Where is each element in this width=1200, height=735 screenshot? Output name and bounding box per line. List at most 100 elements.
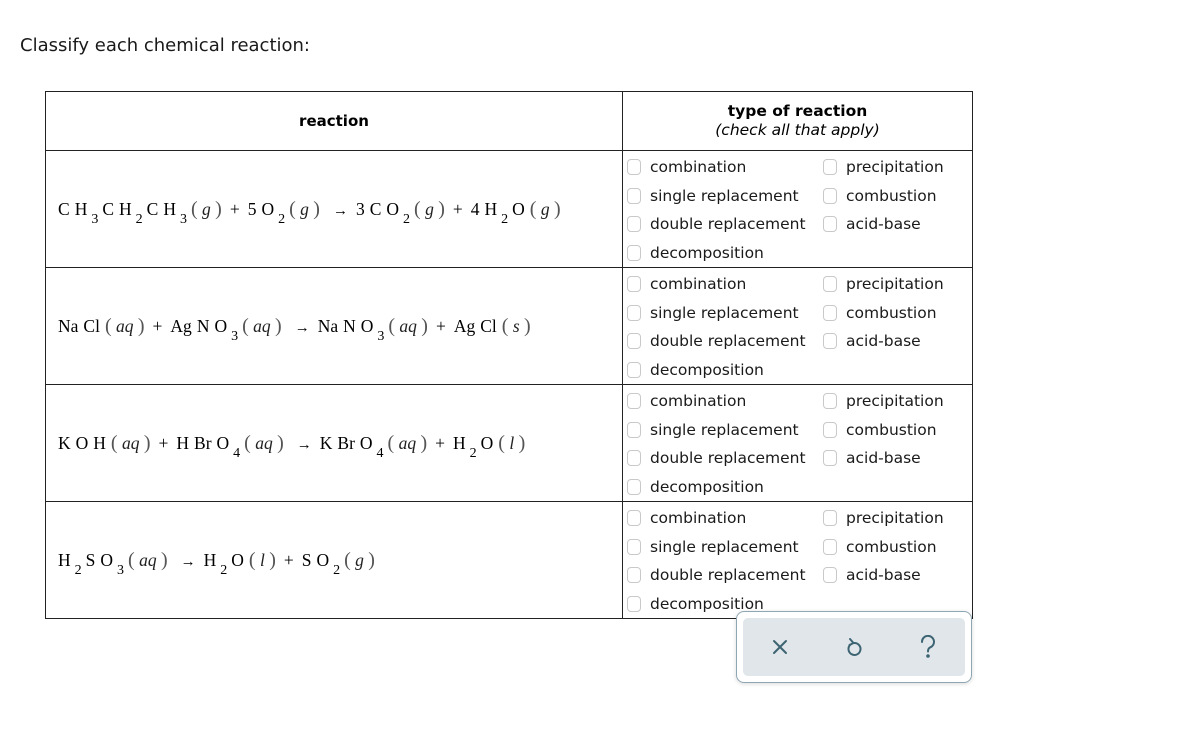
empty-cell	[823, 239, 972, 268]
checkbox-acid-base[interactable]	[823, 450, 837, 467]
option-label: acid-base	[846, 566, 921, 585]
option-precipitation[interactable]: precipitation	[823, 504, 972, 533]
checkbox-acid-base[interactable]	[823, 333, 837, 350]
toolbar-inner	[743, 618, 965, 676]
option-label: single replacement	[650, 537, 799, 556]
option-decomposition[interactable]: decomposition	[623, 356, 823, 385]
option-grid: combination precipitation single replaceme…	[623, 151, 972, 267]
checkbox-combustion[interactable]	[823, 304, 837, 321]
checkbox-decomposition[interactable]	[627, 361, 641, 378]
checkbox-precipitation[interactable]	[823, 276, 837, 293]
phase-symbol: l	[259, 549, 265, 570]
clear-button[interactable]	[760, 627, 800, 667]
checkbox-double-replacement[interactable]	[627, 567, 641, 584]
option-single-replacement[interactable]: single replacement	[623, 182, 823, 211]
subscript: 3	[231, 328, 239, 344]
checkbox-double-replacement[interactable]	[627, 216, 641, 233]
checkbox-precipitation[interactable]	[823, 393, 837, 410]
option-decomposition[interactable]: decomposition	[623, 239, 823, 268]
option-precipitation[interactable]: precipitation	[823, 387, 972, 416]
checkbox-single-replacement[interactable]	[627, 421, 641, 438]
checkbox-acid-base[interactable]	[823, 567, 837, 584]
subscript: 4	[376, 445, 384, 461]
phase-symbol: aq	[255, 432, 273, 453]
option-precipitation[interactable]: precipitation	[823, 270, 972, 299]
reaction-equation-cell: Na Cl( aq ) + Ag N O3( aq ) → Na N O3( aq ) + Ag Cl(…	[45, 267, 623, 385]
phase-state: ( aq )	[388, 314, 428, 337]
phase-state: ( s )	[501, 314, 531, 337]
option-single-replacement[interactable]: single replacement	[623, 416, 823, 445]
checkbox-combination[interactable]	[627, 276, 641, 293]
option-combustion[interactable]: combustion	[823, 182, 972, 211]
checkbox-combination[interactable]	[627, 159, 641, 176]
checkbox-acid-base[interactable]	[823, 216, 837, 233]
checkbox-combination[interactable]	[627, 393, 641, 410]
option-precipitation[interactable]: precipitation	[823, 153, 972, 182]
checkbox-combustion[interactable]	[823, 187, 837, 204]
phase-symbol: aq	[398, 432, 417, 453]
option-combination[interactable]: combination	[623, 387, 823, 416]
close-paren: )	[215, 197, 222, 220]
subscript: 3	[377, 328, 385, 344]
option-decomposition[interactable]: decomposition	[623, 473, 823, 502]
undo-button[interactable]	[834, 627, 874, 667]
option-double-replacement[interactable]: double replacement	[623, 561, 823, 590]
option-single-replacement[interactable]: single replacement	[623, 299, 823, 328]
checkbox-precipitation[interactable]	[823, 159, 837, 176]
checkbox-combustion[interactable]	[823, 538, 837, 555]
open-paren: (	[242, 314, 249, 337]
reaction-equation-cell: K O H( aq ) + H Br O4( aq ) → K Br O4( aq ) + H2O( l…	[45, 384, 623, 502]
option-combination[interactable]: combination	[623, 153, 823, 182]
close-paren: )	[137, 314, 145, 337]
option-label: double replacement	[650, 215, 806, 234]
phase-state: ( g )	[344, 549, 375, 571]
checkbox-decomposition[interactable]	[627, 595, 641, 612]
checkbox-combustion[interactable]	[823, 421, 837, 438]
close-paren: )	[553, 197, 561, 220]
option-acid-base[interactable]: acid-base	[823, 561, 972, 590]
option-double-replacement[interactable]: double replacement	[623, 210, 823, 239]
option-label: decomposition	[650, 477, 764, 496]
option-combination[interactable]: combination	[623, 504, 823, 533]
phase-symbol: g	[300, 198, 309, 219]
checkbox-single-replacement[interactable]	[627, 304, 641, 321]
phase-state: ( aq )	[242, 314, 282, 337]
option-combustion[interactable]: combustion	[823, 533, 972, 562]
option-combustion[interactable]: combustion	[823, 299, 972, 328]
phase-symbol: s	[512, 315, 520, 336]
option-double-replacement[interactable]: double replacement	[623, 444, 823, 473]
checkbox-double-replacement[interactable]	[627, 450, 641, 467]
option-label: double replacement	[650, 566, 806, 585]
question-prompt: Classify each chemical reaction:	[20, 35, 310, 56]
option-combination[interactable]: combination	[623, 270, 823, 299]
plus-sign: +	[435, 315, 446, 336]
header-type-subtitle: (check all that apply)	[715, 121, 880, 139]
reaction-type-options: combination precipitation single replaceme…	[622, 150, 973, 268]
reaction-table: reaction type of reaction (check all tha…	[45, 91, 973, 619]
option-single-replacement[interactable]: single replacement	[623, 533, 823, 562]
option-acid-base[interactable]: acid-base	[823, 210, 972, 239]
checkbox-combination[interactable]	[627, 510, 641, 527]
checkbox-precipitation[interactable]	[823, 510, 837, 527]
option-combustion[interactable]: combustion	[823, 416, 972, 445]
open-paren: (	[388, 314, 396, 337]
option-double-replacement[interactable]: double replacement	[623, 327, 823, 356]
checkbox-single-replacement[interactable]	[627, 538, 641, 555]
option-acid-base[interactable]: acid-base	[823, 444, 972, 473]
open-paren: (	[501, 314, 509, 337]
phase-symbol: aq	[399, 315, 417, 336]
subscript: 2	[135, 211, 143, 227]
open-paren: (	[289, 197, 296, 220]
formula-symbol: Br	[337, 432, 355, 453]
subscript: 3	[91, 211, 99, 227]
option-acid-base[interactable]: acid-base	[823, 327, 972, 356]
checkbox-double-replacement[interactable]	[627, 333, 641, 350]
empty-cell	[823, 473, 972, 502]
checkbox-decomposition[interactable]	[627, 244, 641, 261]
checkbox-single-replacement[interactable]	[627, 187, 641, 204]
formula-symbol: K	[58, 432, 71, 453]
formula-symbol: O	[316, 549, 330, 570]
plus-sign: +	[452, 198, 463, 219]
help-button[interactable]	[908, 627, 948, 667]
checkbox-decomposition[interactable]	[627, 478, 641, 495]
